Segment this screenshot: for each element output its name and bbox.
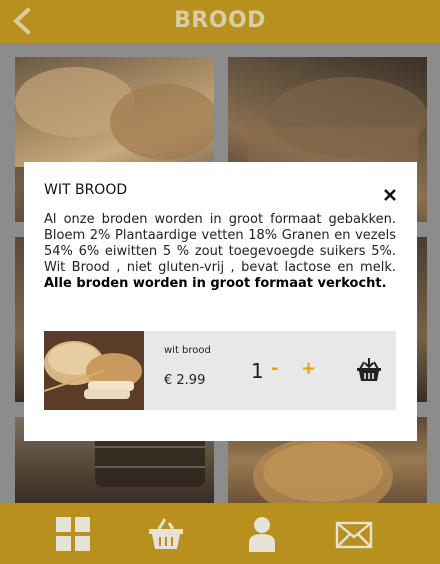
product-description: Al onze broden worden in groot formaat g… <box>44 212 396 292</box>
app-header: BROOD <box>0 0 440 43</box>
quantity-value: 1 <box>251 359 264 383</box>
basket-icon[interactable] <box>147 515 185 553</box>
product-row: wit brood € 2.99 1 - + <box>44 331 396 410</box>
product-modal: WIT BROOD Al onze broden worden in groot… <box>24 162 417 441</box>
product-name: wit brood <box>164 345 211 356</box>
close-icon[interactable] <box>383 188 397 202</box>
increase-quantity-button[interactable]: + <box>301 358 316 379</box>
user-icon[interactable] <box>243 515 281 553</box>
mail-icon[interactable] <box>335 515 373 553</box>
grid-icon[interactable] <box>54 515 92 553</box>
product-thumbnail <box>44 331 144 410</box>
bottom-nav <box>0 503 440 564</box>
description-text: Al onze broden worden in groot formaat g… <box>44 212 396 275</box>
product-price: € 2.99 <box>164 373 206 388</box>
page-title: BROOD <box>174 8 266 33</box>
description-note: Alle broden worden in groot formaat verk… <box>44 276 387 291</box>
basket-icon[interactable] <box>355 356 383 384</box>
decrease-quantity-button[interactable]: - <box>271 358 278 379</box>
modal-title: WIT BROOD <box>44 182 128 198</box>
